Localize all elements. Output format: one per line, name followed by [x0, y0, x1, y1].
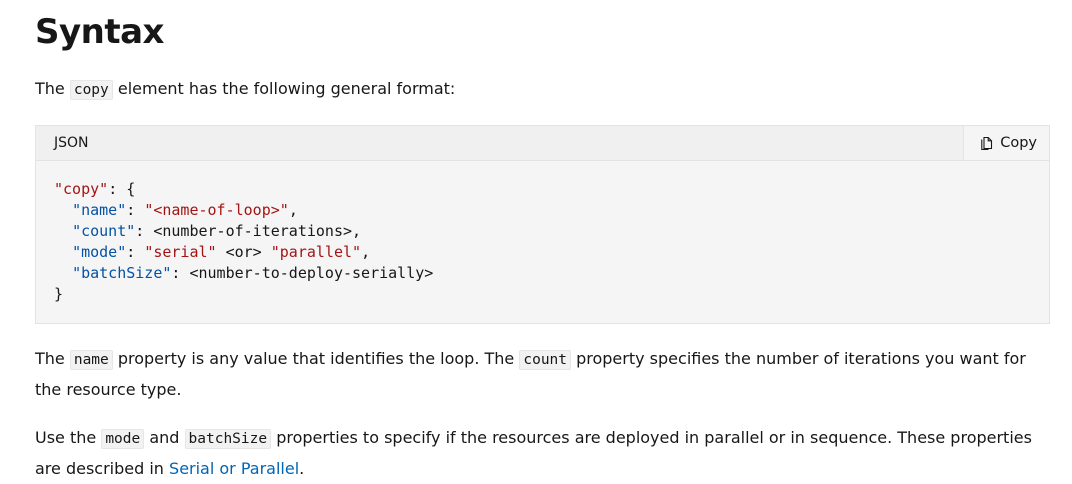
code-key: "mode" — [72, 243, 127, 261]
code-token: : — [126, 243, 145, 261]
code-block-header: JSON Copy — [36, 126, 1049, 161]
paragraph-name-count: The name property is any value that iden… — [35, 344, 1050, 405]
intro-text-after: element has the following general format… — [112, 79, 456, 98]
code-key: "count" — [72, 222, 136, 240]
code-content: "copy": { "name": "<name-of-loop>", "cou… — [36, 161, 1049, 323]
section-heading: Syntax — [35, 12, 164, 52]
inline-code-copy: copy — [69, 80, 113, 100]
paragraph-text: property is any value that identifies th… — [112, 349, 520, 368]
inline-code-mode: mode — [101, 429, 145, 449]
code-token: } — [54, 285, 64, 303]
inline-code-count: count — [519, 350, 572, 370]
paragraph-text: and — [144, 428, 185, 447]
serial-or-parallel-link[interactable]: Serial or Parallel — [169, 459, 299, 478]
code-key: "batchSize" — [72, 264, 172, 282]
code-token: , — [361, 243, 371, 261]
code-token: : — [126, 201, 145, 219]
copy-button[interactable]: Copy — [963, 126, 1049, 160]
code-token: : — [135, 222, 154, 240]
paragraph-text: The — [35, 349, 70, 368]
paragraph-mode-batchsize: Use the mode and batchSize properties to… — [35, 423, 1050, 484]
code-token: , — [288, 201, 298, 219]
code-language-label: JSON — [54, 135, 89, 151]
code-string: "parallel" — [270, 243, 362, 261]
code-token: <or> — [216, 243, 271, 261]
inline-code-batchsize: batchSize — [184, 429, 272, 449]
code-token: : { — [108, 180, 136, 198]
inline-code-name: name — [69, 350, 113, 370]
code-token: "copy" — [54, 180, 109, 198]
code-key: "name" — [72, 201, 127, 219]
code-token: <number-of-iterations>, — [153, 222, 362, 240]
copy-icon — [980, 135, 995, 151]
code-token: : — [171, 264, 190, 282]
intro-paragraph: The copy element has the following gener… — [35, 74, 1050, 105]
intro-text-before: The — [35, 79, 70, 98]
paragraph-text: Use the — [35, 428, 102, 447]
article-content: Syntax The copy element has the followin… — [35, 0, 1050, 484]
code-block: JSON Copy "copy": { "name": "<name-of-lo… — [35, 125, 1050, 324]
code-token: <number-to-deploy-serially> — [189, 264, 434, 282]
code-string: "<name-of-loop>" — [144, 201, 289, 219]
paragraph-text: . — [299, 459, 305, 478]
copy-button-label: Copy — [1000, 135, 1037, 151]
code-string: "serial" — [144, 243, 217, 261]
